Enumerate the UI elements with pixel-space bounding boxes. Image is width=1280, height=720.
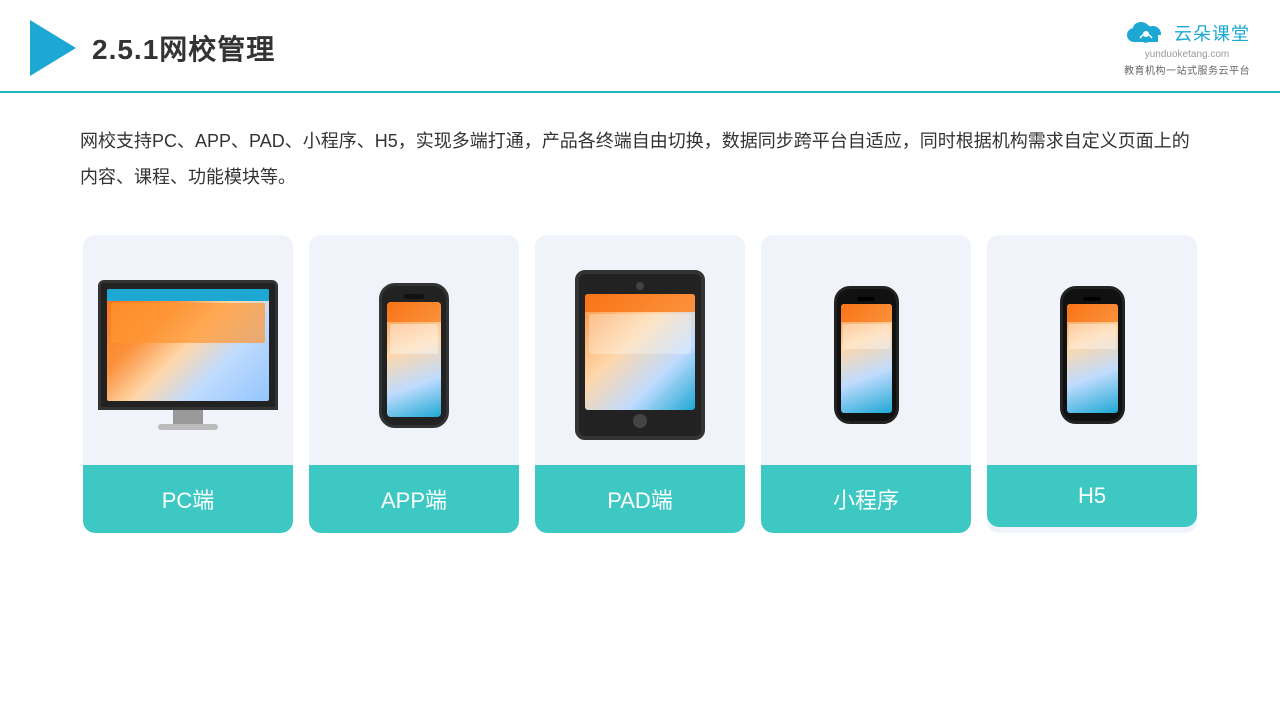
pc-image-area xyxy=(83,235,293,465)
logo-triangle-icon xyxy=(30,20,76,76)
page-title: 2.5.1网校管理 xyxy=(92,28,275,68)
h5-phone-screen xyxy=(1067,304,1118,413)
pc-foot xyxy=(158,424,218,430)
pc-label: PC端 xyxy=(83,465,293,533)
phone-notch xyxy=(404,294,424,299)
description-text: 网校支持PC、APP、PAD、小程序、H5，实现多端打通，产品各终端自由切换，数… xyxy=(0,93,1280,215)
mini-phone-notch xyxy=(857,297,875,301)
h5-image-area xyxy=(987,235,1197,465)
pad-screen xyxy=(585,294,695,410)
tablet-camera xyxy=(636,282,644,290)
app-label: APP端 xyxy=(309,465,519,533)
mini-image-area xyxy=(761,235,971,465)
pc-mockup xyxy=(98,280,278,430)
app-card: APP端 xyxy=(309,235,519,533)
mini-phone-screen xyxy=(841,304,892,413)
pc-screen-outer xyxy=(98,280,278,410)
header-left: 2.5.1网校管理 xyxy=(30,20,275,76)
cards-container: PC端 APP端 PAD端 小程序 xyxy=(0,215,1280,563)
h5-phone-notch xyxy=(1083,297,1101,301)
brand-tagline: 教育机构一站式服务云平台 xyxy=(1124,62,1250,77)
h5-label: H5 xyxy=(987,465,1197,527)
app-phone-screen xyxy=(387,302,441,417)
page-header: 2.5.1网校管理 云朵课堂 yunduoketang.com 教育机构一站式服… xyxy=(0,0,1280,93)
pc-stand xyxy=(173,410,203,424)
pad-tablet-mockup xyxy=(575,270,705,440)
brand-url: yunduoketang.com xyxy=(1145,49,1230,60)
description-paragraph: 网校支持PC、APP、PAD、小程序、H5，实现多端打通，产品各终端自由切换，数… xyxy=(80,123,1200,195)
pc-screen-inner xyxy=(107,289,269,401)
mini-phone-mockup xyxy=(834,286,899,424)
pad-card: PAD端 xyxy=(535,235,745,533)
tablet-home-button xyxy=(633,414,647,428)
header-right: 云朵课堂 yunduoketang.com 教育机构一站式服务云平台 xyxy=(1124,18,1250,77)
mini-card: 小程序 xyxy=(761,235,971,533)
app-phone-mockup xyxy=(379,283,449,428)
pad-image-area xyxy=(535,235,745,465)
mini-label: 小程序 xyxy=(761,465,971,533)
h5-phone-mockup xyxy=(1060,286,1125,424)
pad-label: PAD端 xyxy=(535,465,745,533)
pc-card: PC端 xyxy=(83,235,293,533)
brand-name: 云朵课堂 xyxy=(1174,20,1250,46)
brand-logo: 云朵课堂 xyxy=(1124,18,1250,48)
cloud-icon xyxy=(1124,18,1168,48)
h5-card: H5 xyxy=(987,235,1197,533)
app-image-area xyxy=(309,235,519,465)
